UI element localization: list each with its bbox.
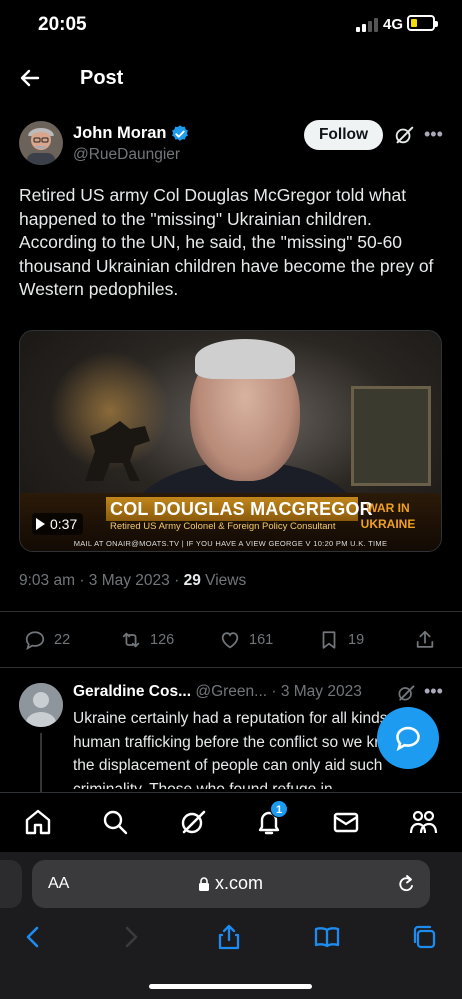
like-button[interactable]: 161 (219, 628, 273, 652)
mail-icon (333, 812, 359, 833)
reply-date: · 3 May 2023 (271, 683, 362, 700)
war-tag-line2: UKRAINE (360, 517, 416, 531)
previous-tab-preview[interactable] (0, 860, 22, 908)
bookmark-icon (322, 631, 336, 649)
divider (0, 611, 462, 612)
wall-painting (351, 386, 431, 486)
tab-grok[interactable] (178, 807, 208, 837)
home-indicator (149, 984, 312, 989)
post-meta: 9:03 am · 3 May 2023 · 29 Views (19, 572, 247, 589)
video-duration-badge[interactable]: 0:37 (32, 513, 84, 535)
tabs-icon[interactable] (410, 923, 438, 951)
horse-statue-image (85, 421, 150, 481)
status-time: 20:05 (38, 14, 87, 35)
reply-button[interactable]: 22 (24, 628, 70, 652)
like-count: 161 (249, 632, 274, 648)
tab-search[interactable] (100, 807, 130, 837)
reply-icon (25, 631, 45, 651)
news-ticker: MAIL AT ONAIR@MOATS.TV | IF YOU HAVE A V… (73, 539, 388, 548)
battery-icon (407, 15, 438, 31)
tab-home[interactable] (23, 807, 53, 837)
home-icon (25, 809, 51, 835)
lower-third-name: COL DOUGLAS MACGREGOR (110, 499, 373, 519)
bottom-tab-bar (0, 792, 462, 852)
avatar[interactable] (19, 121, 63, 165)
views-label: Views (205, 572, 247, 589)
repost-icon (122, 632, 140, 648)
grok-icon[interactable] (393, 124, 415, 146)
reply-header: Geraldine Cos... @Green... · 3 May 2023 (73, 683, 362, 701)
browser-share-icon[interactable] (215, 923, 243, 951)
people-icon (409, 810, 438, 834)
more-options-icon[interactable]: ••• (424, 124, 443, 145)
tab-messages[interactable] (331, 807, 361, 837)
bookmark-count: 19 (348, 632, 365, 648)
views-count: 29 (183, 572, 201, 589)
browser-back-icon[interactable] (19, 923, 47, 951)
more-options-icon[interactable]: ••• (424, 681, 443, 702)
lower-third-subtitle: Retired US Army Colonel & Foreign Policy… (110, 521, 336, 532)
network-label: 4G (383, 16, 404, 33)
reply-author-handle[interactable]: @Green... (195, 683, 267, 700)
share-button[interactable] (414, 628, 436, 652)
share-icon (416, 630, 434, 648)
bookmarks-icon[interactable] (313, 923, 341, 951)
reload-icon[interactable] (396, 873, 416, 895)
reply-author-name[interactable]: Geraldine Cos... (73, 683, 191, 700)
arrow-left-icon[interactable] (18, 66, 42, 90)
compose-reply-fab[interactable] (377, 707, 439, 769)
heart-icon (221, 632, 239, 649)
post-time: 9:03 am (19, 572, 76, 589)
follow-button[interactable]: Follow (304, 120, 383, 150)
repost-count: 126 (150, 632, 175, 648)
url-text[interactable]: x.com (215, 873, 263, 894)
reader-settings-button[interactable]: AA (48, 875, 69, 893)
repost-button[interactable]: 126 (120, 628, 174, 652)
speaker-hair (195, 339, 295, 379)
reply-avatar[interactable] (19, 683, 63, 727)
tab-communities[interactable] (408, 807, 438, 837)
chat-bubble-icon (396, 726, 420, 752)
play-icon (36, 518, 45, 530)
grok-icon[interactable] (396, 683, 416, 703)
page-title: Post (80, 67, 124, 89)
notification-badge: 1 (270, 800, 288, 818)
tweet-text: Retired US army Col Douglas McGregor tol… (19, 185, 434, 299)
video-duration: 0:37 (50, 516, 78, 532)
video-player[interactable]: COL DOUGLAS MACGREGOR Retired US Army Co… (19, 330, 442, 552)
reply-count: 22 (54, 632, 71, 648)
post-date: 3 May 2023 (88, 572, 170, 589)
grok-icon (181, 810, 206, 834)
thread-line (40, 733, 42, 793)
signal-icon (356, 18, 378, 32)
author-name[interactable]: John Moran (73, 124, 167, 143)
author-handle[interactable]: @RueDaungier (73, 146, 180, 164)
war-tag-line1: WAR IN (366, 501, 410, 515)
lock-icon (199, 877, 209, 891)
bookmark-button[interactable]: 19 (318, 628, 364, 652)
browser-forward-icon[interactable] (117, 923, 145, 951)
search-icon (103, 810, 128, 835)
verified-badge-icon (172, 125, 188, 141)
divider (0, 667, 462, 668)
